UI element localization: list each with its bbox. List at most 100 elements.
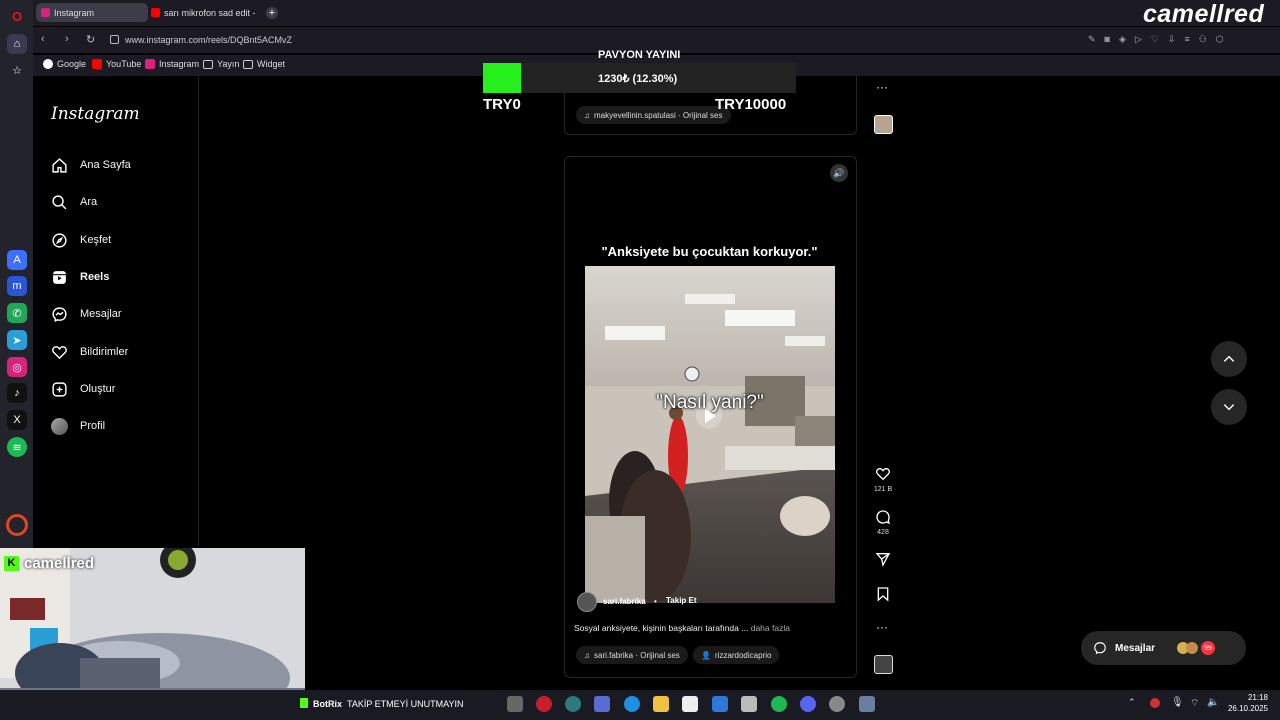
opera-gx-taskbar-icon[interactable] [565,696,581,712]
extensions-icon[interactable]: ⬡ [1216,34,1224,45]
more-link[interactable]: daha fazla [751,623,790,633]
url-field[interactable]: www.instagram.com/reels/DQBnt5ACMvZ [125,35,292,45]
reel-audio-chip[interactable]: ♫ sari.fabrika · Orijinal ses [576,646,688,664]
sidebar-item-label: Oluştur [80,383,116,395]
follow-button[interactable]: Takip Et [666,596,697,605]
reel-video[interactable] [585,266,835,603]
compass-icon [52,232,67,248]
clock-date[interactable]: 26.10.2025 [1218,704,1268,713]
shield-icon[interactable]: ◈ [1119,34,1126,45]
whatsapp-icon[interactable]: ✆ [7,303,27,323]
more-options-icon[interactable]: ··· [876,80,888,94]
botrix-label: BotRix [313,699,342,709]
bookmark-yayin[interactable]: Yayın [203,59,239,69]
reload-icon[interactable]: ↻ [86,33,95,46]
sidebar-item-explore[interactable]: Keşfet [51,229,111,251]
back-icon[interactable]: ‹ [41,33,45,45]
volume-icon[interactable]: 🔊 [830,164,848,182]
sidebar-item-reels[interactable]: Reels [51,266,109,288]
youtube-icon [151,8,160,17]
previous-reel-button[interactable] [1211,341,1247,377]
instagram-app-icon[interactable]: ◎ [7,357,27,377]
person-icon: 👤 [701,650,711,660]
edge-taskbar-icon[interactable] [624,696,640,712]
botrix-icon [300,698,308,708]
messages-button[interactable]: Mesajlar 99 [1081,631,1246,665]
music-note-icon: ♫ [584,110,590,120]
settings-taskbar-icon[interactable] [859,696,875,712]
tray-app-icon[interactable] [1150,698,1160,708]
calculator-icon[interactable] [682,696,698,712]
audio-thumbnail[interactable] [874,655,893,674]
description-text: Sosyal anksiyete, kişinin başkaları tara… [574,623,749,633]
author-avatar[interactable] [577,592,597,612]
spotify-icon[interactable]: ≋ [7,437,27,457]
discord-taskbar-icon[interactable] [800,696,816,712]
tagged-user-chip[interactable]: 👤 rizzardodicaprio [693,646,780,664]
unread-badge: 99 [1201,641,1216,655]
heart-bookmark-icon[interactable]: ♡ [1151,34,1159,45]
download-icon[interactable]: ⇩ [1168,34,1176,45]
app-taskbar-icon[interactable] [741,696,757,712]
likes-count: 121 B [873,486,893,493]
folder-icon [203,59,213,69]
wifi-icon[interactable]: ⌔ [1190,697,1199,710]
tray-chevron-icon[interactable]: ⌃ [1128,697,1136,708]
author-username[interactable]: sari.fabrika [603,597,646,606]
sidebar-item-search[interactable]: Ara [51,191,97,213]
instagram-logo[interactable]: Instagram [51,104,140,124]
store-taskbar-icon[interactable] [594,696,610,712]
sidebar-item-profile[interactable]: Profil [51,415,105,437]
sidebar-item-label: Ana Sayfa [80,159,131,171]
instagram-icon [41,8,50,17]
bookmark-icon[interactable] [875,586,891,602]
x-icon[interactable]: X [7,410,27,430]
new-tab-button[interactable]: + [266,7,278,19]
bookmark-widget[interactable]: Widget [243,59,285,69]
more-options-icon[interactable]: ··· [876,620,888,634]
camera-icon[interactable]: ◙ [1105,34,1110,45]
next-reel-button[interactable] [1211,389,1247,425]
previous-reel-audio-chip[interactable]: ♫ makyevellinin.spatulasi · Orijinal ses [576,106,731,124]
opera-taskbar-icon[interactable] [536,696,552,712]
lock-icon[interactable] [110,35,119,44]
sidebar-item-create[interactable]: Oluştur [51,378,115,400]
file-explorer-icon[interactable] [653,696,669,712]
chevron-up-icon [1223,355,1235,362]
spotify-taskbar-icon[interactable] [771,696,787,712]
messenger-app-icon[interactable]: m [7,276,27,296]
bookmark-instagram[interactable]: Instagram [145,59,199,69]
like-heart-icon[interactable] [875,466,891,482]
sidebar-item-notifications[interactable]: Bildirimler [51,341,128,363]
telegram-icon[interactable]: ➤ [7,330,27,350]
contact-avatar [1186,642,1199,654]
bookmark-label: Google [57,59,87,69]
sidebar-item-home[interactable]: Ana Sayfa [51,154,131,176]
mail-icon[interactable] [712,696,728,712]
task-view-icon[interactable] [507,696,523,712]
audio-thumbnail[interactable] [874,115,893,134]
opera-logo-icon[interactable]: O [7,6,27,26]
sidebar-item-label: Bildirimler [80,346,129,358]
obs-taskbar-icon[interactable] [829,696,845,712]
player-icon[interactable]: ▷ [1135,34,1142,45]
microphone-icon[interactable]: 🎙 [1171,697,1184,708]
bookmark-google[interactable]: Google [43,59,86,69]
aria-icon[interactable]: A [7,250,27,270]
donation-amount: 1230₺ (12.30%) [598,73,678,85]
comment-icon[interactable] [875,509,891,525]
folder-icon [243,59,253,69]
forward-icon[interactable]: › [65,33,69,45]
sidebar-item-messages[interactable]: Mesajlar [51,303,122,325]
bookmark-star-icon[interactable]: ☆ [7,60,27,80]
tiktok-icon[interactable]: ♪ [7,383,27,403]
home-icon[interactable]: ⌂ [7,34,27,54]
tab-instagram[interactable]: Instagram [36,3,148,22]
tab-youtube[interactable]: sarı mikrofon sad edit - Yo [146,3,258,22]
edit-icon[interactable]: ✎ [1088,34,1096,45]
clock-time[interactable]: 21:18 [1228,693,1268,702]
menu-icon[interactable]: ≡ [1184,34,1189,45]
profile-icon[interactable]: ⚇ [1199,34,1207,45]
share-icon[interactable] [875,551,891,567]
bookmark-youtube[interactable]: YouTube [92,59,141,69]
